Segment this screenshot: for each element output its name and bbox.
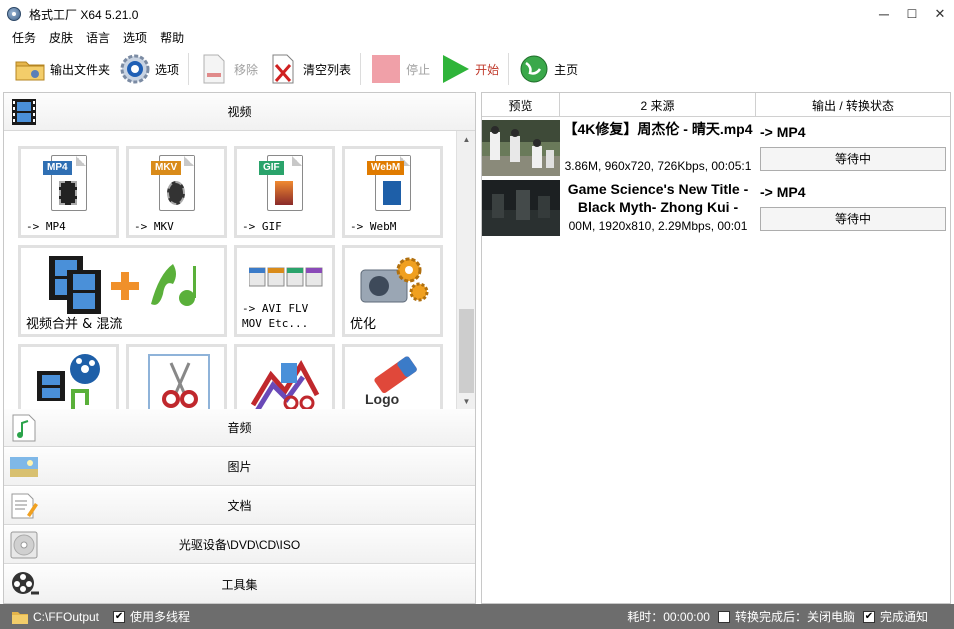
- column-source[interactable]: 2 来源: [560, 93, 756, 117]
- optimize-gears-icon: [359, 256, 429, 309]
- toolbar: 输出文件夹 选项 移除 清空列表 停止 开始 主页: [0, 48, 954, 90]
- video-thumbnail: [482, 180, 560, 236]
- output-folder-button[interactable]: 输出文件夹: [14, 51, 110, 87]
- column-preview[interactable]: 预览: [482, 93, 560, 117]
- output-format: -> MP4: [760, 184, 806, 200]
- status-bar: C:\FFOutput ✔ 使用多线程 耗时：00:00:00 转换完成后：关闭…: [0, 604, 954, 629]
- source-filename: Game Science's New Title - Black Myth- Z…: [567, 181, 749, 215]
- task-status-button[interactable]: 等待中: [760, 207, 946, 231]
- category-video[interactable]: 视频: [4, 93, 475, 131]
- tile-to-avi-flv-mov[interactable]: -> AVI FLV MOV Etc...: [234, 245, 335, 337]
- category-document[interactable]: 文档: [4, 487, 475, 525]
- tile-to-mp4[interactable]: MP4 -> MP4: [18, 146, 119, 238]
- clear-list-icon: [267, 53, 299, 85]
- folder-icon: [14, 53, 46, 85]
- shutdown-after-toggle[interactable]: 转换完成后：关闭电脑: [717, 608, 855, 625]
- video-grid-scrollbar[interactable]: ▲ ▼: [456, 131, 475, 409]
- output-path[interactable]: C:\FFOutput: [33, 610, 99, 624]
- notify-checkbox[interactable]: ✔: [862, 610, 875, 623]
- close-button[interactable]: ✕: [926, 0, 954, 28]
- video-tools-grid: MP4 -> MP4 MKV -> MKV GIF -> GIF WebM ->…: [4, 131, 456, 409]
- elapsed-time: 耗时：00:00:00: [627, 610, 710, 624]
- window-title: 格式工厂 X64 5.21.0: [29, 7, 139, 22]
- menu-bar: 任务 皮肤 语言 选项 帮助: [0, 28, 954, 47]
- video-thumbnail: [482, 120, 560, 176]
- tile-video-merge-mux[interactable]: 视频合并 & 混流: [18, 245, 227, 337]
- category-audio[interactable]: 音频: [4, 409, 475, 447]
- format-strip-icon: [248, 264, 325, 293]
- toolbar-separator: [360, 53, 362, 85]
- gif-file-icon: GIF: [259, 155, 303, 211]
- start-button[interactable]: 开始: [439, 51, 499, 87]
- output-info: -> MP4 等待中: [760, 178, 948, 236]
- stop-icon: [370, 53, 402, 85]
- home-button[interactable]: 主页: [518, 51, 578, 87]
- maximize-button[interactable]: ☐: [898, 0, 926, 28]
- tile-to-gif[interactable]: GIF -> GIF: [234, 146, 335, 238]
- task-table-header: 预览 2 来源 输出 / 转换状态: [482, 93, 950, 117]
- task-row[interactable]: Game Science's New Title - Black Myth- Z…: [482, 178, 950, 236]
- gear-icon: [119, 53, 151, 85]
- scroll-up-arrow-icon[interactable]: ▲: [457, 131, 476, 147]
- split-scissors-icon: [250, 355, 321, 409]
- menu-options[interactable]: 选项: [123, 29, 147, 46]
- scrollbar-thumb[interactable]: [459, 309, 474, 393]
- tile-video-split[interactable]: [234, 344, 335, 409]
- menu-skin[interactable]: 皮肤: [49, 29, 73, 46]
- globe-icon: [518, 53, 550, 85]
- options-button[interactable]: 选项: [119, 51, 179, 87]
- tile-remove-logo[interactable]: Logo: [342, 344, 443, 409]
- output-format: -> MP4: [760, 124, 806, 140]
- tile-video-crop[interactable]: [126, 344, 227, 409]
- tile-to-mkv[interactable]: MKV -> MKV: [126, 146, 227, 238]
- task-list-panel: 预览 2 来源 输出 / 转换状态 【4K修复】周杰伦 - 晴天.mp4 3.8…: [481, 92, 951, 604]
- category-panel: 视频 MP4 -> MP4 MKV -> MKV GIF -> GIF WebM…: [3, 92, 476, 604]
- notify-toggle[interactable]: ✔ 完成通知: [862, 608, 928, 625]
- merge-film-icon: [47, 254, 207, 321]
- multithread-checkbox[interactable]: ✔: [113, 610, 126, 623]
- remove-button[interactable]: 移除: [198, 51, 258, 87]
- menu-help[interactable]: 帮助: [160, 29, 184, 46]
- menu-task[interactable]: 任务: [12, 29, 36, 46]
- app-logo-icon: [6, 6, 22, 22]
- clear-list-button[interactable]: 清空列表: [267, 51, 351, 87]
- source-metadata: 00M, 1920x810, 2.29Mbps, 00:01: [568, 219, 748, 233]
- mp4-file-icon: MP4: [43, 155, 87, 211]
- minimize-button[interactable]: ─: [870, 0, 898, 28]
- category-image[interactable]: 图片: [4, 448, 475, 486]
- mkv-file-icon: MKV: [151, 155, 195, 211]
- scroll-down-arrow-icon[interactable]: ▼: [457, 393, 476, 409]
- play-icon: [439, 53, 471, 85]
- mux-film-music-icon: [35, 351, 105, 409]
- output-folder-icon[interactable]: [12, 610, 28, 624]
- category-tools[interactable]: 工具集: [4, 565, 475, 603]
- task-row[interactable]: 【4K修复】周杰伦 - 晴天.mp4 3.86M, 960x720, 726Kb…: [482, 118, 950, 176]
- category-optical-drive[interactable]: 光驱设备\DVD\CD\ISO: [4, 526, 475, 564]
- shutdown-after-checkbox[interactable]: [717, 610, 730, 623]
- webm-file-icon: WebM: [367, 155, 411, 211]
- source-metadata: 3.86M, 960x720, 726Kbps, 00:05:1: [564, 159, 752, 173]
- source-info: Game Science's New Title - Black Myth- Z…: [560, 178, 756, 236]
- output-info: -> MP4 等待中: [760, 118, 948, 176]
- source-info: 【4K修复】周杰伦 - 晴天.mp4 3.86M, 960x720, 726Kb…: [560, 118, 756, 176]
- toolbar-separator: [188, 53, 190, 85]
- tile-video-audio-mux[interactable]: [18, 344, 119, 409]
- source-filename: 【4K修复】周杰伦 - 晴天.mp4: [563, 121, 753, 137]
- stop-button[interactable]: 停止: [370, 51, 430, 87]
- task-status-button[interactable]: 等待中: [760, 147, 946, 171]
- scissors-icon: [145, 351, 215, 409]
- toolbar-separator: [508, 53, 510, 85]
- multithread-toggle[interactable]: ✔ 使用多线程: [113, 608, 190, 625]
- menu-language[interactable]: 语言: [86, 29, 110, 46]
- tile-to-webm[interactable]: WebM -> WebM: [342, 146, 443, 238]
- tile-optimize[interactable]: 优化: [342, 245, 443, 337]
- remove-doc-icon: [198, 53, 230, 85]
- title-bar: 格式工厂 X64 5.21.0 ─ ☐ ✕: [0, 0, 954, 28]
- column-output-status[interactable]: 输出 / 转换状态: [756, 93, 950, 117]
